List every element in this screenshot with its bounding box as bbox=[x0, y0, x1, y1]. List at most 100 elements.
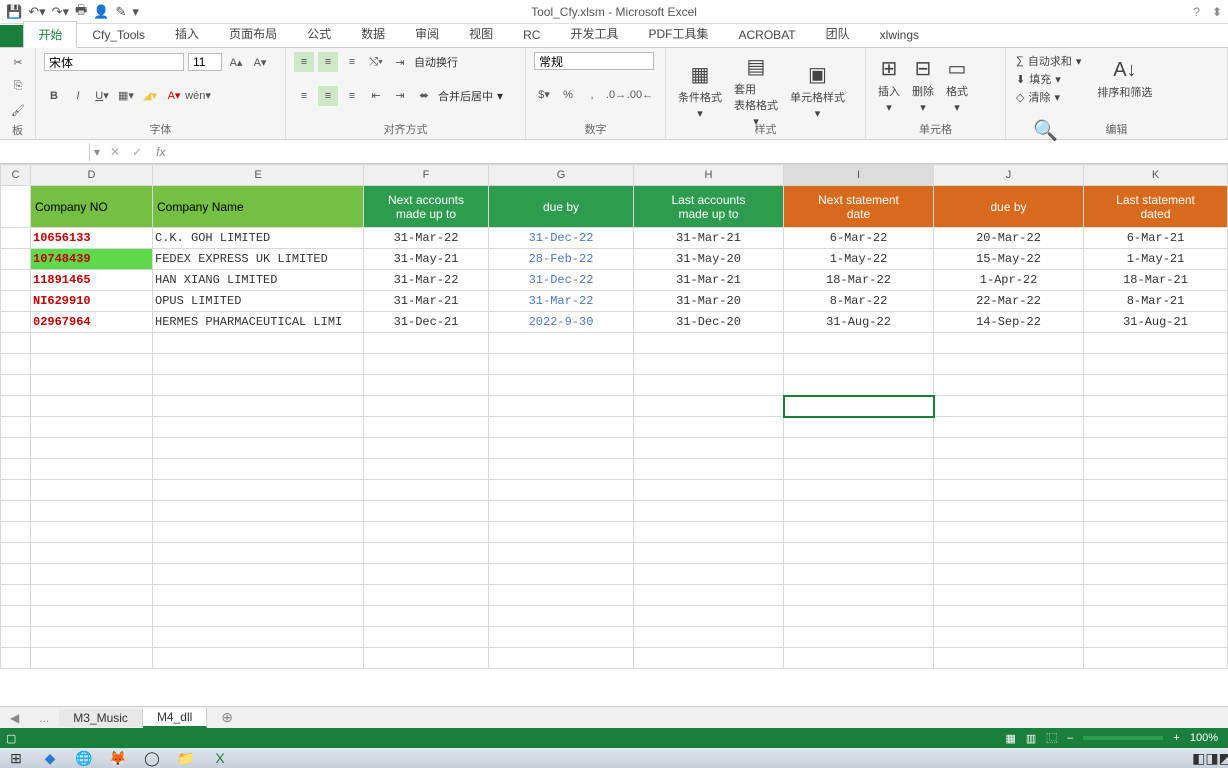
empty-cell[interactable] bbox=[489, 396, 634, 417]
formula-ok-icon[interactable]: ✓ bbox=[126, 145, 148, 159]
empty-cell[interactable] bbox=[31, 627, 153, 648]
empty-cell[interactable] bbox=[634, 627, 784, 648]
empty-cell[interactable] bbox=[31, 543, 153, 564]
selected-cell[interactable] bbox=[784, 396, 934, 417]
empty-cell[interactable] bbox=[31, 501, 153, 522]
cell-I[interactable]: 18-Mar-22 bbox=[784, 270, 934, 291]
app-icon-1[interactable]: ◆ bbox=[38, 750, 62, 766]
align-top-icon[interactable]: ≡ bbox=[294, 52, 314, 72]
header-last-statement[interactable]: Last statement dated bbox=[1084, 186, 1228, 228]
empty-cell[interactable] bbox=[784, 333, 934, 354]
empty-cell[interactable] bbox=[153, 627, 364, 648]
inc-decimal-icon[interactable]: .0→ bbox=[606, 85, 626, 105]
empty-cell[interactable] bbox=[1, 501, 31, 522]
quickprint-icon[interactable]: 🖶 bbox=[75, 1, 87, 23]
empty-cell[interactable] bbox=[31, 417, 153, 438]
empty-cell[interactable] bbox=[1, 333, 31, 354]
empty-row[interactable] bbox=[1, 459, 1228, 480]
empty-cell[interactable] bbox=[31, 648, 153, 669]
empty-cell[interactable] bbox=[784, 522, 934, 543]
empty-cell[interactable] bbox=[364, 501, 489, 522]
empty-cell[interactable] bbox=[31, 396, 153, 417]
empty-cell[interactable] bbox=[1, 564, 31, 585]
empty-cell[interactable] bbox=[1084, 396, 1228, 417]
zoom-in-icon[interactable]: + bbox=[1173, 732, 1179, 744]
cell-K[interactable]: 1-May-21 bbox=[1084, 249, 1228, 270]
empty-cell[interactable] bbox=[153, 480, 364, 501]
empty-cell[interactable] bbox=[934, 564, 1084, 585]
empty-row[interactable] bbox=[1, 564, 1228, 585]
table-row[interactable]: 10748439FEDEX EXPRESS UK LIMITED31-May-2… bbox=[1, 249, 1228, 270]
browser-icon[interactable]: 🌐 bbox=[72, 750, 96, 766]
empty-cell[interactable] bbox=[31, 522, 153, 543]
empty-cell[interactable] bbox=[489, 417, 634, 438]
col-header-H[interactable]: H bbox=[634, 165, 784, 186]
zoom-out-icon[interactable]: – bbox=[1067, 732, 1073, 744]
cell-K[interactable]: 18-Mar-21 bbox=[1084, 270, 1228, 291]
tab-team[interactable]: 团队 bbox=[811, 20, 865, 47]
empty-cell[interactable] bbox=[364, 396, 489, 417]
tab-rc[interactable]: RC bbox=[508, 23, 555, 47]
empty-cell[interactable] bbox=[784, 459, 934, 480]
empty-cell[interactable] bbox=[634, 585, 784, 606]
empty-cell[interactable] bbox=[784, 627, 934, 648]
start-icon[interactable]: ⊞ bbox=[4, 750, 28, 766]
empty-cell[interactable] bbox=[934, 396, 1084, 417]
empty-cell[interactable] bbox=[934, 606, 1084, 627]
wrap-text-button[interactable]: ⇥ bbox=[390, 52, 410, 72]
excel-icon[interactable]: X bbox=[208, 750, 232, 766]
empty-cell[interactable] bbox=[31, 459, 153, 480]
orientation-icon[interactable]: ⤭▾ bbox=[366, 52, 386, 72]
empty-cell[interactable] bbox=[1084, 522, 1228, 543]
view-normal-icon[interactable]: ▦ bbox=[1005, 732, 1015, 745]
empty-cell[interactable] bbox=[1, 648, 31, 669]
cell-F[interactable]: 31-Mar-21 bbox=[364, 291, 489, 312]
empty-cell[interactable] bbox=[31, 354, 153, 375]
empty-cell[interactable] bbox=[153, 417, 364, 438]
cell-F[interactable]: 31-Mar-22 bbox=[364, 228, 489, 249]
customize-icon[interactable]: 👤 bbox=[93, 4, 109, 20]
cell-H[interactable]: 31-May-20 bbox=[634, 249, 784, 270]
empty-row[interactable] bbox=[1, 438, 1228, 459]
empty-cell[interactable] bbox=[489, 648, 634, 669]
empty-cell[interactable] bbox=[934, 354, 1084, 375]
header-company-name[interactable]: Company Name bbox=[153, 186, 364, 228]
col-header-J[interactable]: J bbox=[934, 165, 1084, 186]
align-middle-icon[interactable]: ≡ bbox=[318, 52, 338, 72]
conditional-format-button[interactable]: ▦条件格式▾ bbox=[674, 60, 726, 122]
empty-cell[interactable] bbox=[634, 459, 784, 480]
help-icon[interactable]: ? bbox=[1193, 5, 1200, 19]
cell-company-no[interactable]: NI629910 bbox=[31, 291, 153, 312]
col-header-G[interactable]: G bbox=[489, 165, 634, 186]
empty-cell[interactable] bbox=[1084, 354, 1228, 375]
align-center-icon[interactable]: ≡ bbox=[318, 86, 338, 106]
empty-cell[interactable] bbox=[1, 396, 31, 417]
cell-I[interactable]: 6-Mar-22 bbox=[784, 228, 934, 249]
fx-icon[interactable]: fx bbox=[148, 145, 173, 159]
tab-view[interactable]: 视图 bbox=[454, 20, 508, 47]
empty-cell[interactable] bbox=[1084, 480, 1228, 501]
col-header-F[interactable]: F bbox=[364, 165, 489, 186]
table-row[interactable]: 11891465HAN XIANG LIMITED31-Mar-2231-Dec… bbox=[1, 270, 1228, 291]
merge-label[interactable]: 合并后居中 bbox=[438, 88, 493, 104]
comma-icon[interactable]: , bbox=[582, 85, 602, 105]
percent-icon[interactable]: % bbox=[558, 85, 578, 105]
empty-cell[interactable] bbox=[934, 522, 1084, 543]
cell-company-name[interactable]: OPUS LIMITED bbox=[153, 291, 364, 312]
empty-cell[interactable] bbox=[31, 438, 153, 459]
indent-dec-icon[interactable]: ⇤ bbox=[366, 86, 386, 106]
empty-cell[interactable] bbox=[634, 417, 784, 438]
underline-button[interactable]: U▾ bbox=[92, 86, 112, 106]
empty-cell[interactable] bbox=[1, 459, 31, 480]
empty-cell[interactable] bbox=[1084, 564, 1228, 585]
empty-cell[interactable] bbox=[634, 480, 784, 501]
empty-cell[interactable] bbox=[634, 648, 784, 669]
empty-row[interactable] bbox=[1, 585, 1228, 606]
empty-cell[interactable] bbox=[784, 648, 934, 669]
empty-cell[interactable] bbox=[489, 375, 634, 396]
fill-button[interactable]: ⬇ 填充 ▾ bbox=[1014, 70, 1083, 88]
empty-cell[interactable] bbox=[934, 585, 1084, 606]
col-header-E[interactable]: E bbox=[153, 165, 364, 186]
empty-cell[interactable] bbox=[784, 501, 934, 522]
font-size[interactable] bbox=[188, 53, 222, 71]
